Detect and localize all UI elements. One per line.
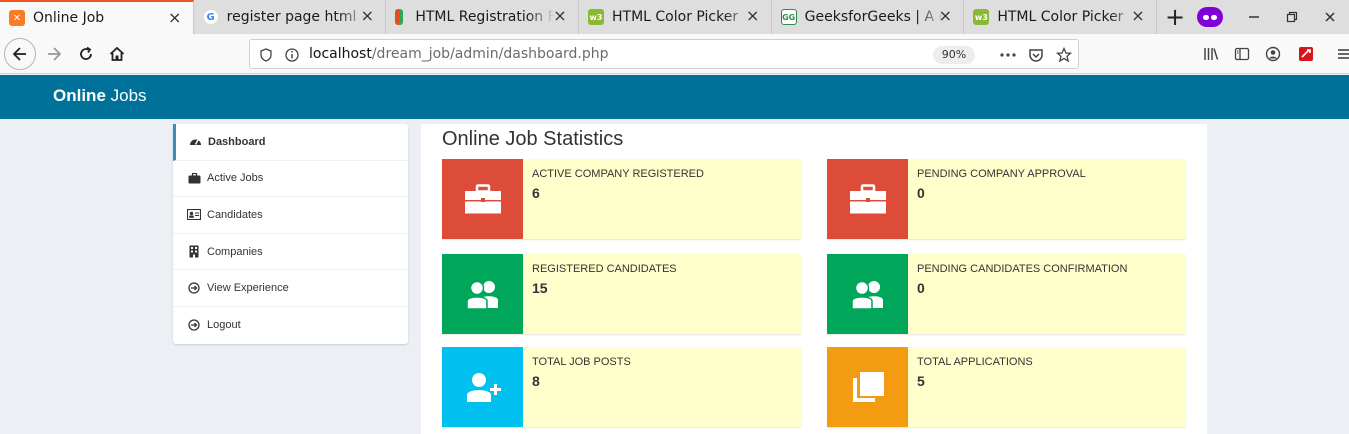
pocket-icon[interactable] — [1026, 45, 1046, 65]
id-card-icon — [187, 208, 201, 222]
page-actions-icon[interactable] — [998, 45, 1018, 65]
tab-title: HTML Color Picker — [611, 9, 739, 25]
url-path: /dream_job/admin/dashboard.php — [371, 46, 609, 62]
close-icon[interactable]: × — [167, 10, 183, 26]
google-icon: G — [202, 9, 219, 25]
tab-title: HTML Registration F — [415, 9, 556, 25]
stat-label: PENDING CANDIDATES CONFIRMATION — [917, 263, 1128, 275]
home-button[interactable] — [101, 38, 133, 70]
close-icon[interactable]: × — [552, 8, 568, 24]
stat-total-job-posts: TOTAL JOB POSTS 8 — [442, 347, 801, 427]
brand-logo[interactable]: Online Jobs — [53, 86, 147, 106]
stat-value: 8 — [532, 373, 540, 389]
close-icon[interactable]: × — [1130, 8, 1146, 24]
tab-title: GeeksforGeeks | A co — [804, 9, 945, 25]
sidebar-item-label: Active Jobs — [207, 172, 264, 185]
sidebar-item-logout[interactable]: Logout — [173, 307, 408, 344]
sidebar-item-label: Companies — [207, 245, 263, 258]
stat-label: REGISTERED CANDIDATES — [532, 263, 677, 275]
browser-tab-strip: ✕ Online Job × G register page html - G … — [0, 0, 1349, 34]
stat-value: 0 — [917, 185, 925, 201]
arrow-circle-icon — [187, 318, 201, 332]
geeksforgeeks-icon: GG — [780, 9, 797, 25]
app-header: Online Jobs — [0, 75, 1349, 119]
address-bar[interactable]: localhost/dream_job/admin/dashboard.php … — [249, 39, 1079, 69]
tab-register-page[interactable]: G register page html - G × — [194, 0, 387, 34]
users-icon — [827, 254, 908, 334]
extension-icon[interactable] — [1296, 44, 1316, 64]
reload-button[interactable] — [70, 38, 102, 70]
sidebar-item-companies[interactable]: Companies — [173, 234, 408, 271]
sidebar-item-label: Logout — [207, 319, 241, 332]
codepen-icon — [395, 9, 404, 25]
tab-title: register page html - G — [226, 9, 367, 25]
stat-value: 5 — [917, 373, 925, 389]
w3schools-icon: w3 — [587, 9, 604, 25]
stat-value: 6 — [532, 185, 540, 201]
stat-total-applications: TOTAL APPLICATIONS 5 — [827, 347, 1186, 427]
tab-color-picker-2[interactable]: w3 HTML Color Picker × — [964, 0, 1157, 34]
tab-geeksforgeeks[interactable]: GG GeeksforGeeks | A co × — [772, 0, 965, 34]
building-icon — [187, 245, 201, 259]
dashboard-icon — [188, 135, 202, 149]
briefcase-icon — [827, 159, 908, 239]
briefcase-icon — [442, 159, 523, 239]
sidebar-item-label: Candidates — [207, 208, 263, 221]
copy-icon — [827, 347, 908, 427]
xampp-icon: ✕ — [9, 10, 25, 26]
brand-rest: Jobs — [110, 86, 147, 105]
stat-active-company-registered: ACTIVE COMPANY REGISTERED 6 — [442, 159, 801, 239]
close-window-button[interactable] — [1311, 0, 1349, 34]
sidebar-menu: Dashboard Active Jobs Candidates Compani… — [173, 124, 408, 344]
sidebar-item-view-experience[interactable]: View Experience — [173, 270, 408, 307]
restore-button[interactable] — [1273, 0, 1311, 34]
stat-value: 0 — [917, 280, 925, 296]
stat-label: PENDING COMPANY APPROVAL — [917, 168, 1086, 180]
private-browsing-icon — [1197, 7, 1223, 27]
sidebar-item-active-jobs[interactable]: Active Jobs — [173, 161, 408, 198]
sidebar-item-label: Dashboard — [208, 135, 266, 148]
url-host: localhost — [309, 46, 372, 62]
close-icon[interactable]: × — [937, 8, 953, 24]
tab-title: Online Job — [33, 10, 105, 26]
main-content: Online Job Statistics ACTIVE COMPANY REG… — [421, 124, 1207, 434]
stat-label: TOTAL APPLICATIONS — [917, 356, 1033, 368]
arrow-circle-icon — [187, 281, 201, 295]
tab-html-registration[interactable]: HTML Registration F × — [386, 0, 579, 34]
menu-icon[interactable] — [1334, 44, 1349, 64]
briefcase-icon — [187, 171, 201, 185]
tab-online-job[interactable]: ✕ Online Job × — [0, 0, 194, 34]
minimize-button[interactable] — [1235, 0, 1273, 34]
url-text: localhost/dream_job/admin/dashboard.php — [309, 46, 609, 62]
account-icon[interactable] — [1263, 44, 1283, 64]
brand-bold: Online — [53, 86, 106, 105]
new-tab-button[interactable]: + — [1157, 0, 1193, 34]
tab-title: HTML Color Picker — [997, 9, 1124, 25]
info-icon[interactable] — [282, 45, 302, 65]
close-icon[interactable]: × — [745, 8, 761, 24]
forward-button[interactable] — [38, 38, 70, 70]
sidebar-item-dashboard[interactable]: Dashboard — [173, 124, 408, 161]
bookmark-star-icon[interactable] — [1054, 45, 1074, 65]
sidebar-item-label: View Experience — [207, 282, 289, 295]
stat-pending-candidates-confirmation: PENDING CANDIDATES CONFIRMATION 0 — [827, 254, 1186, 334]
library-icon[interactable] — [1201, 44, 1221, 64]
w3schools-icon: w3 — [973, 9, 990, 25]
close-icon[interactable]: × — [359, 8, 375, 24]
stat-value: 15 — [532, 280, 548, 296]
zoom-indicator[interactable]: 90% — [933, 46, 975, 64]
shield-icon[interactable] — [256, 45, 276, 65]
users-icon — [442, 254, 523, 334]
page-title: Online Job Statistics — [442, 128, 624, 150]
stat-label: TOTAL JOB POSTS — [532, 356, 631, 368]
navigation-toolbar: localhost/dream_job/admin/dashboard.php … — [0, 34, 1349, 74]
back-button[interactable] — [4, 38, 36, 70]
stat-label: ACTIVE COMPANY REGISTERED — [532, 168, 704, 180]
stat-pending-company-approval: PENDING COMPANY APPROVAL 0 — [827, 159, 1186, 239]
tab-color-picker-1[interactable]: w3 HTML Color Picker × — [579, 0, 772, 34]
sidebar-item-candidates[interactable]: Candidates — [173, 197, 408, 234]
user-plus-icon — [442, 347, 523, 427]
stat-registered-candidates: REGISTERED CANDIDATES 15 — [442, 254, 801, 334]
sidebar-toggle-icon[interactable] — [1232, 44, 1252, 64]
